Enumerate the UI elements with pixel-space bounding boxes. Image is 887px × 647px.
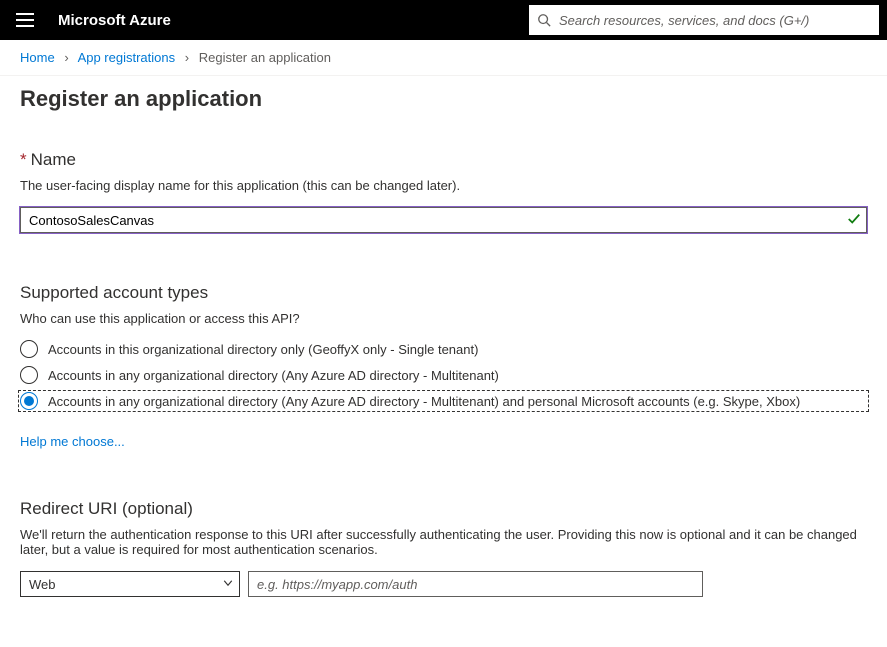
account-type-radio-multitenant-personal[interactable]: Accounts in any organizational directory… bbox=[20, 392, 867, 410]
account-type-radio-single-tenant[interactable]: Accounts in this organizational director… bbox=[20, 340, 867, 358]
search-icon bbox=[537, 13, 551, 27]
radio-icon bbox=[20, 366, 38, 384]
radio-label: Accounts in any organizational directory… bbox=[48, 368, 499, 383]
redirect-heading: Redirect URI (optional) bbox=[20, 499, 867, 519]
chevron-down-icon bbox=[222, 577, 234, 592]
name-helper: The user-facing display name for this ap… bbox=[20, 178, 867, 193]
topbar: Microsoft Azure Search resources, servic… bbox=[0, 0, 887, 40]
radio-label: Accounts in any organizational directory… bbox=[48, 394, 800, 409]
required-indicator: * bbox=[20, 150, 27, 169]
radio-icon-selected bbox=[20, 392, 38, 410]
chevron-right-icon: › bbox=[64, 50, 68, 65]
select-value: Web bbox=[20, 571, 240, 597]
account-type-radio-multitenant[interactable]: Accounts in any organizational directory… bbox=[20, 366, 867, 384]
account-types-heading: Supported account types bbox=[20, 283, 867, 303]
search-input[interactable]: Search resources, services, and docs (G+… bbox=[529, 5, 879, 35]
radio-label: Accounts in this organizational director… bbox=[48, 342, 478, 357]
breadcrumb-home[interactable]: Home bbox=[20, 50, 55, 65]
brand-label: Microsoft Azure bbox=[58, 12, 171, 29]
breadcrumb-current: Register an application bbox=[199, 50, 331, 65]
redirect-helper: We'll return the authentication response… bbox=[20, 527, 867, 557]
account-types-helper: Who can use this application or access t… bbox=[20, 311, 867, 326]
menu-icon[interactable] bbox=[14, 8, 38, 32]
page-title: Register an application bbox=[20, 86, 867, 112]
breadcrumb-app-registrations[interactable]: App registrations bbox=[78, 50, 176, 65]
search-placeholder: Search resources, services, and docs (G+… bbox=[559, 13, 809, 28]
redirect-uri-field[interactable] bbox=[248, 571, 703, 597]
checkmark-icon bbox=[847, 212, 861, 229]
help-me-choose-link[interactable]: Help me choose... bbox=[20, 434, 125, 449]
redirect-platform-select[interactable]: Web bbox=[20, 571, 240, 597]
chevron-right-icon: › bbox=[185, 50, 189, 65]
radio-icon bbox=[20, 340, 38, 358]
breadcrumb: Home › App registrations › Register an a… bbox=[0, 40, 887, 76]
page-content: Register an application *Name The user-f… bbox=[0, 76, 887, 637]
name-heading: *Name bbox=[20, 150, 867, 170]
name-field[interactable] bbox=[20, 207, 867, 233]
